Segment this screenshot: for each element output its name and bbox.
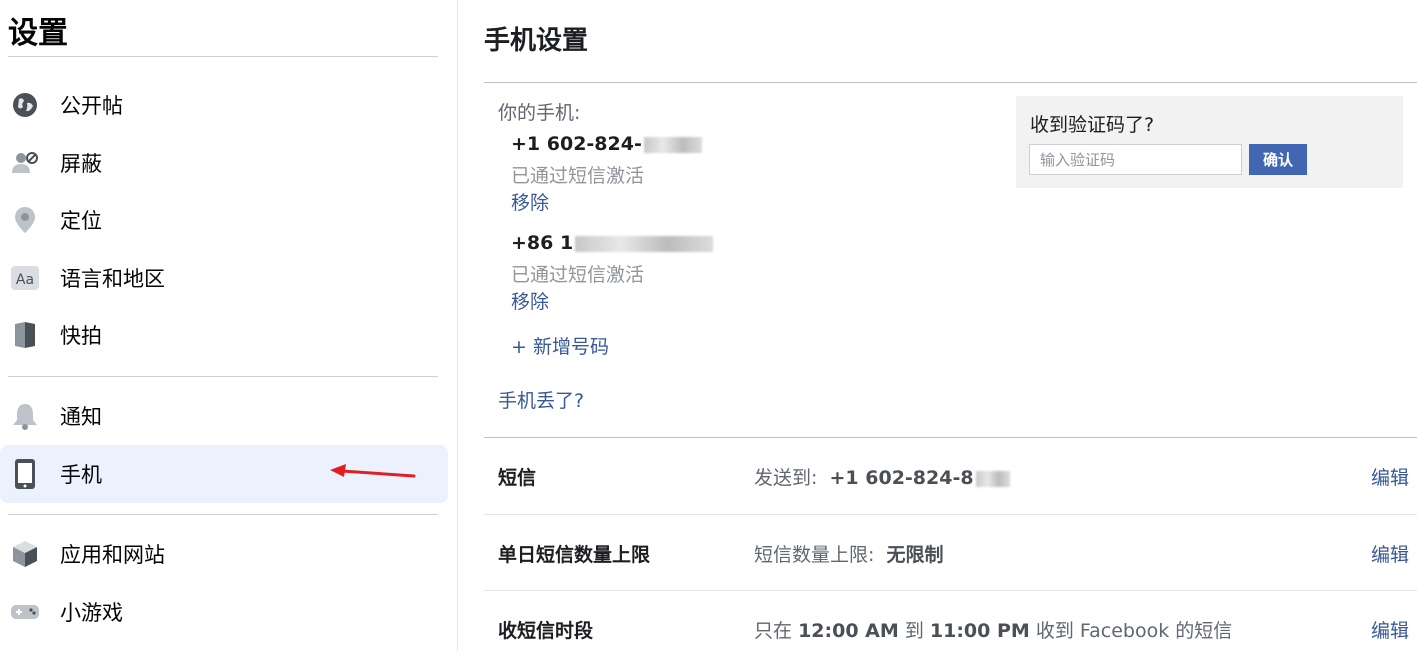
phone-number: +86 1 <box>511 232 714 254</box>
settings-sidebar: 设置 公开帖 屏蔽 定位 Aa 语言和地区 快拍 通知 手机 应用和网站 小游戏 <box>0 0 458 651</box>
sidebar-item-location[interactable]: 定位 <box>0 191 448 249</box>
sms-time-window-label: 收短信时段 <box>498 620 594 642</box>
edit-time-window-button[interactable]: 编辑 <box>1371 616 1409 643</box>
sidebar-divider <box>8 56 438 57</box>
sidebar-title: 设置 <box>8 16 68 51</box>
globe-icon <box>10 90 40 120</box>
phone-number: +1 602-824- <box>511 133 702 155</box>
daily-sms-limit-value: 短信数量上限: 无限制 <box>754 544 944 566</box>
lost-phone-link[interactable]: 手机丢了? <box>498 386 584 413</box>
verification-title: 收到验证码了? <box>1030 114 1155 136</box>
sidebar-item-label: 公开帖 <box>60 94 123 118</box>
sidebar-item-instant-games[interactable]: 小游戏 <box>0 583 448 641</box>
daily-sms-limit-label: 单日短信数量上限 <box>498 544 651 566</box>
redacted-digits <box>575 235 714 252</box>
row-divider <box>484 590 1417 591</box>
sidebar-item-public-posts[interactable]: 公开帖 <box>0 76 448 134</box>
verification-code-box: 收到验证码了? 确认 <box>1016 96 1403 188</box>
sidebar-item-stories[interactable]: 快拍 <box>0 306 448 364</box>
sms-row-value: 发送到: +1 602-824-8 <box>754 463 1010 490</box>
row-divider <box>484 514 1417 515</box>
mobile-settings-panel: 手机设置 你的手机: +1 602-824- 已通过短信激活 移除 +86 1 … <box>484 0 1417 651</box>
redacted-digits <box>975 470 1010 487</box>
add-phone-number-link[interactable]: + 新增号码 <box>511 332 609 359</box>
edit-daily-limit-button[interactable]: 编辑 <box>1371 540 1409 567</box>
sidebar-item-label: 通知 <box>60 405 102 429</box>
sidebar-divider <box>8 376 438 377</box>
stories-book-icon <box>10 320 40 350</box>
location-pin-icon <box>10 205 40 235</box>
phone-status: 已通过短信激活 <box>511 264 645 286</box>
sidebar-item-label: 快拍 <box>60 324 102 348</box>
sidebar-item-notifications[interactable]: 通知 <box>0 387 448 445</box>
remove-phone-link[interactable]: 移除 <box>511 188 549 215</box>
sidebar-item-apps-websites[interactable]: 应用和网站 <box>0 525 448 583</box>
sidebar-item-label: 定位 <box>60 209 102 233</box>
sidebar-item-blocking[interactable]: 屏蔽 <box>0 134 448 192</box>
sidebar-item-label: 手机 <box>60 463 102 487</box>
confirm-button[interactable]: 确认 <box>1249 144 1307 175</box>
sms-time-window-value: 只在 12:00 AM 到 11:00 PM 收到 Facebook 的短信 <box>754 620 1233 642</box>
bell-icon <box>10 401 40 431</box>
sidebar-item-label: 语言和地区 <box>60 267 165 291</box>
sms-row-label: 短信 <box>498 467 537 489</box>
block-user-icon <box>10 148 40 178</box>
sidebar-item-language-region[interactable]: Aa 语言和地区 <box>0 249 448 307</box>
verification-code-input[interactable] <box>1029 144 1242 175</box>
page-title: 手机设置 <box>484 26 589 56</box>
apps-cube-icon <box>10 539 40 569</box>
section-divider <box>484 437 1417 438</box>
section-divider <box>484 82 1417 83</box>
red-arrow-annotation-icon <box>330 464 416 478</box>
remove-phone-link[interactable]: 移除 <box>511 287 549 314</box>
sidebar-divider <box>8 514 438 515</box>
redacted-digits <box>643 136 702 153</box>
sidebar-item-label: 小游戏 <box>60 601 123 625</box>
language-icon: Aa <box>10 263 40 293</box>
mobile-phone-icon <box>10 459 40 489</box>
phone-status: 已通过短信激活 <box>511 165 645 187</box>
your-phones-label: 你的手机: <box>498 102 581 124</box>
svg-text:Aa: Aa <box>16 272 34 288</box>
sidebar-item-label: 应用和网站 <box>60 543 165 567</box>
sidebar-item-label: 屏蔽 <box>60 152 102 176</box>
game-controller-icon <box>10 597 40 627</box>
edit-sms-button[interactable]: 编辑 <box>1371 463 1409 490</box>
